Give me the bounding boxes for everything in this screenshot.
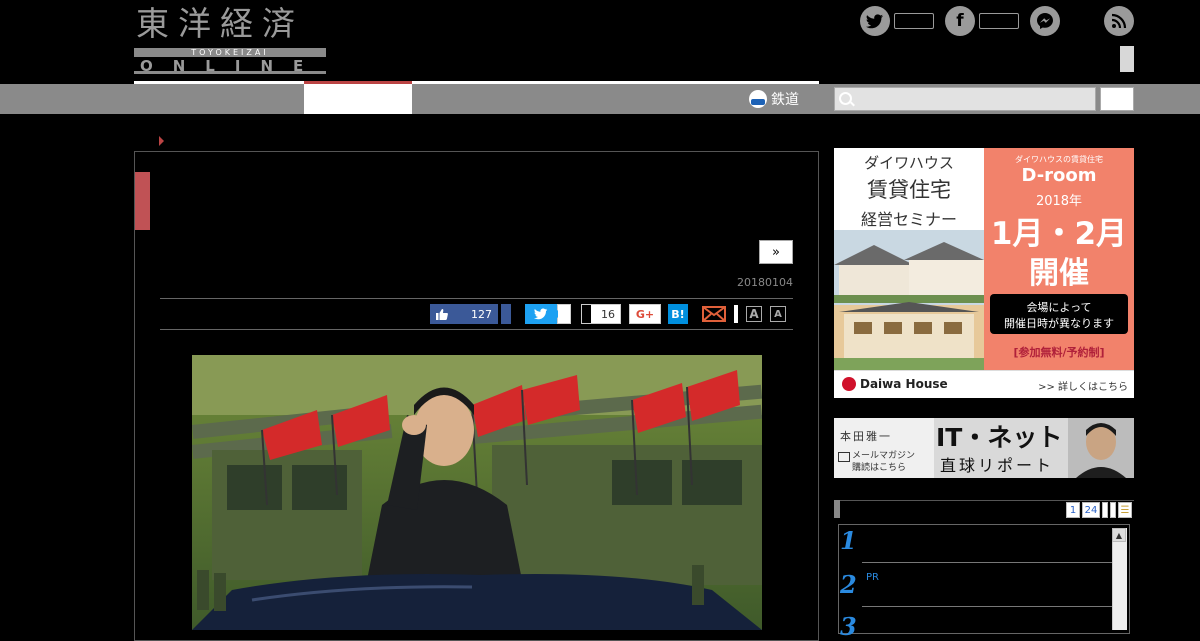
ad2-title: IT・ネット	[936, 423, 1063, 452]
ranking-tab-a[interactable]	[1102, 502, 1108, 518]
ad-brand: D-room	[1021, 165, 1097, 186]
ad-line3: 経営セミナー	[860, 210, 957, 229]
nav-rail-link[interactable]: 鉄道	[749, 88, 799, 110]
next-page-button[interactable]: »	[759, 240, 793, 264]
ad-right-panel: ダイワハウスの賃貸住宅 D-room 2018年 1月・2月 開催 会場によって…	[984, 148, 1134, 370]
train-icon	[749, 90, 767, 108]
scroll-up-icon[interactable]: ▲	[1112, 528, 1126, 542]
logo-roman: TOYOKEIZAI	[191, 48, 269, 57]
site-logo[interactable]: 東洋経済 TOYOKEIZAI ONLINE	[134, 4, 328, 75]
facebook-share-button[interactable]	[501, 304, 511, 324]
ranking-item[interactable]: 2	[840, 570, 860, 606]
ad-logo-text: Daiwa House	[860, 377, 948, 391]
logo-underline	[134, 71, 326, 74]
ad-note2: 開催日時が異なります	[1004, 317, 1114, 330]
ad-details-link[interactable]: >> 詳しくはこちら	[1038, 378, 1128, 393]
ranking-item[interactable]: 3	[840, 612, 860, 641]
ad2-mail2: 購読はこちら	[852, 463, 907, 473]
daiwa-logo-icon	[842, 377, 856, 391]
ranking-divider	[862, 606, 1112, 607]
ranking-tab-b[interactable]	[1110, 502, 1116, 518]
ranking-pr-label[interactable]: PR	[866, 572, 879, 583]
facebook-like-button[interactable]: 127	[430, 304, 498, 324]
daiwa-house-ad[interactable]: ダイワハウス 賃貸住宅 経営セミナー ダイワハウスの賃貸住宅 D-room 20…	[834, 148, 1134, 398]
share-divider-top	[160, 298, 793, 299]
search-form	[834, 85, 1134, 113]
share-divider-bottom	[160, 329, 793, 330]
ad-caption: ダイワハウスの賃貸住宅	[1015, 155, 1103, 164]
font-small-button[interactable]: A	[770, 306, 786, 322]
font-size-separator	[734, 305, 738, 323]
ad-dates: 1月・2月	[990, 216, 1128, 252]
nav-rail-label: 鉄道	[771, 92, 799, 108]
twitter-icon[interactable]	[860, 6, 890, 36]
ad-note-box: 会場によって 開催日時が異なります	[990, 294, 1128, 334]
ranking-scrollbar[interactable]	[1112, 528, 1127, 630]
search-input[interactable]	[834, 87, 1096, 111]
ad-footer: Daiwa House >> 詳しくはこちら	[834, 370, 1134, 398]
google-plus-button[interactable]: G+	[629, 304, 661, 324]
ad-line1: ダイワハウス	[864, 154, 954, 172]
thumbs-up-icon	[436, 308, 448, 320]
article-date: 20180104	[737, 276, 793, 289]
rank-number: 2	[840, 570, 857, 599]
facebook-icon[interactable]: f	[945, 6, 975, 36]
hatena-bookmark-button[interactable]: B!	[668, 304, 688, 324]
nav-tab-active[interactable]	[304, 84, 412, 114]
ranking-tab-24[interactable]: 24	[1082, 502, 1100, 518]
search-button[interactable]	[1100, 87, 1134, 111]
ad-note1: 会場によって	[1026, 301, 1092, 314]
ad-held: 開催	[1029, 256, 1089, 291]
ad-house-image	[834, 230, 984, 370]
ad-free: [参加無料/予約制]	[1013, 346, 1105, 359]
ranking-divider	[862, 562, 1112, 563]
rank-number: 3	[840, 612, 857, 641]
like-count: 127	[471, 307, 492, 321]
title-accent	[135, 172, 150, 230]
ranking-header-bar	[834, 500, 840, 518]
messenger-icon[interactable]	[1030, 6, 1060, 36]
twitter-count	[894, 13, 934, 29]
envelope-icon	[838, 452, 850, 462]
breadcrumb-arrow-icon	[159, 136, 164, 146]
ad2-subtitle: 直球リポート	[940, 456, 1055, 475]
rss-icon[interactable]	[1104, 6, 1134, 36]
ranking-tab-1[interactable]: 1	[1066, 502, 1080, 518]
ad2-left: 本田雅一 メールマガジン 購読はこちら	[834, 418, 934, 478]
facebook-share-count: 16	[581, 304, 621, 324]
mail-magazine-ad[interactable]: 本田雅一 メールマガジン 購読はこちら IT・ネット 直球リポート	[834, 418, 1134, 478]
logo-kanji: 東洋経済	[136, 4, 304, 43]
ad-left-panel: ダイワハウス 賃貸住宅 経営セミナー	[834, 148, 984, 398]
search-icon	[839, 92, 852, 105]
list-icon[interactable]: ☰	[1118, 502, 1132, 518]
twitter-bird-icon	[534, 308, 548, 320]
member-button[interactable]	[1120, 46, 1134, 72]
facebook-count	[979, 13, 1019, 29]
ad-year: 2018年	[1035, 194, 1083, 209]
ad2-author: 本田雅一	[840, 430, 892, 443]
rank-number: 1	[840, 526, 857, 555]
mail-icon[interactable]	[702, 306, 726, 322]
ad2-portrait	[1068, 418, 1134, 478]
article-photo	[192, 355, 762, 630]
tweet-count	[553, 304, 571, 324]
font-large-button[interactable]: A	[746, 306, 762, 322]
ranking-item[interactable]: 1	[840, 526, 860, 562]
ranking-list	[838, 524, 1130, 634]
ad-line2: 賃貸住宅	[867, 178, 951, 202]
